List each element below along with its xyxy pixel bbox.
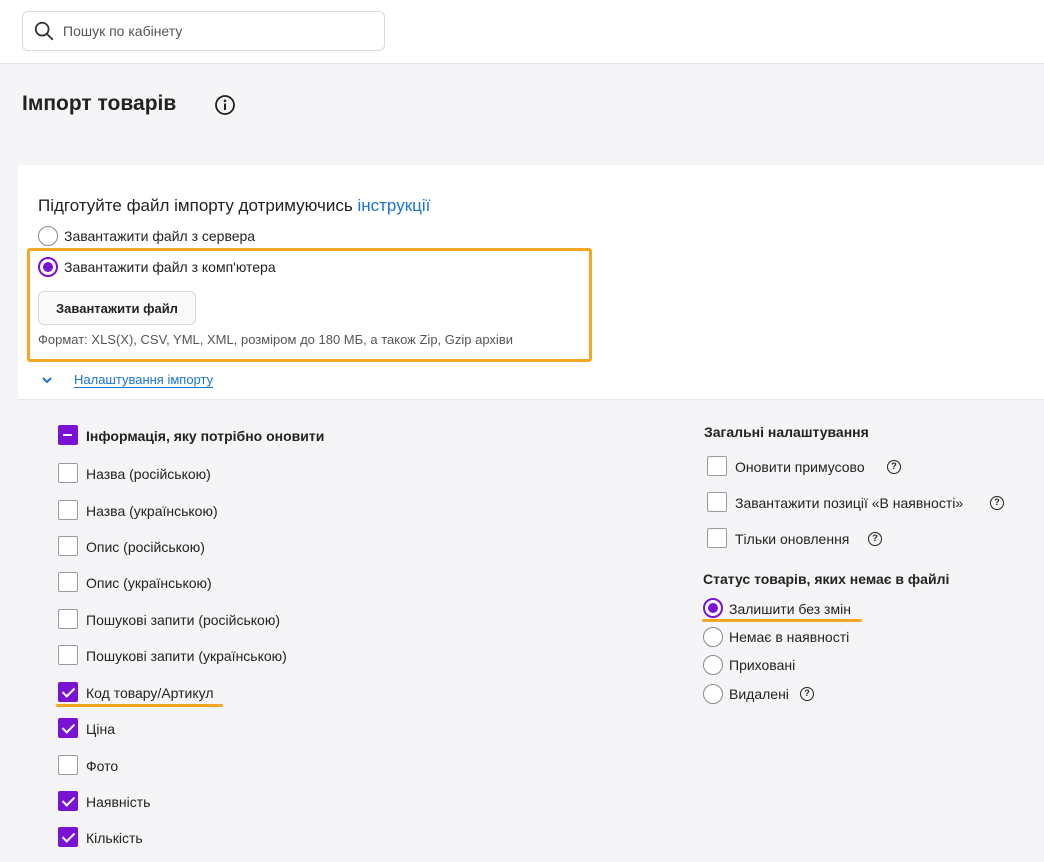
field-label-name-ru: Назва (російською): [86, 466, 211, 482]
force-update-label: Оновити примусово: [735, 459, 865, 475]
status-out-of-stock-label: Немає в наявності: [729, 629, 850, 645]
source-server-label: Завантажити файл з сервера: [64, 228, 256, 244]
import-settings-link[interactable]: Налаштування імпорту: [74, 372, 213, 387]
status-deleted-label: Видалені: [729, 686, 789, 702]
page-title: Імпорт товарів: [22, 92, 177, 115]
help-icon[interactable]: ?: [868, 532, 882, 546]
field-checkbox-search-ru[interactable]: [58, 609, 78, 629]
field-checkbox-availability[interactable]: [58, 791, 78, 811]
field-label-availability: Наявність: [86, 794, 151, 810]
instructions-link[interactable]: інструкції: [357, 196, 430, 215]
status-out-of-stock-radio[interactable]: [703, 627, 723, 647]
field-label-quantity: Кількість: [86, 830, 143, 846]
search-input[interactable]: [63, 23, 363, 39]
field-checkbox-search-uk[interactable]: [58, 645, 78, 665]
status-hidden-radio[interactable]: [703, 655, 723, 675]
force-update-checkbox[interactable]: [707, 456, 727, 476]
format-note: Формат: XLS(X), CSV, YML, XML, розміром …: [38, 332, 513, 347]
missing-status-heading: Статус товарів, яких немає в файлі: [703, 571, 950, 587]
import-subtitle: Підготуйте файл імпорту дотримуючись інс…: [38, 196, 430, 216]
field-checkbox-sku[interactable]: [58, 682, 78, 702]
field-label-desc-ru: Опис (російською): [86, 539, 205, 555]
general-settings-heading: Загальні налаштування: [704, 424, 869, 440]
field-checkbox-name-ru[interactable]: [58, 463, 78, 483]
status-hidden-label: Приховані: [729, 657, 796, 673]
field-label-name-uk: Назва (українською): [86, 503, 218, 519]
field-label-desc-uk: Опис (українською): [86, 575, 212, 591]
status-keep-label: Залишити без змін: [729, 601, 851, 617]
search-icon: [34, 21, 54, 41]
status-deleted-radio[interactable]: [703, 684, 723, 704]
field-checkbox-desc-ru[interactable]: [58, 536, 78, 556]
field-checkbox-desc-uk[interactable]: [58, 572, 78, 592]
help-icon[interactable]: ?: [887, 460, 901, 474]
card-divider: [18, 399, 1044, 400]
field-label-sku: Код товару/Артикул: [86, 685, 214, 701]
subtitle-text: Підготуйте файл імпорту дотримуючись: [38, 196, 358, 215]
field-label-price: Ціна: [86, 721, 115, 737]
update-info-heading: Інформація, яку потрібно оновити: [86, 428, 325, 444]
field-checkbox-photo[interactable]: [58, 755, 78, 775]
update-info-master-checkbox[interactable]: [58, 425, 78, 445]
upload-file-button[interactable]: Завантажити файл: [38, 291, 196, 325]
field-label-search-ru: Пошукові запити (російською): [86, 612, 281, 628]
info-icon[interactable]: [214, 94, 236, 116]
top-bar: [0, 0, 1044, 64]
field-checkbox-quantity[interactable]: [58, 827, 78, 847]
help-icon[interactable]: ?: [800, 687, 814, 701]
source-server-radio[interactable]: [38, 226, 58, 246]
highlight-underline-sku: [56, 704, 223, 707]
load-in-stock-checkbox[interactable]: [707, 492, 727, 512]
only-update-checkbox[interactable]: [707, 528, 727, 548]
help-icon[interactable]: ?: [990, 496, 1004, 510]
field-checkbox-price[interactable]: [58, 718, 78, 738]
load-in-stock-label: Завантажити позиції «В наявності»: [735, 495, 964, 511]
field-label-search-uk: Пошукові запити (українською): [86, 648, 287, 664]
highlight-underline-keep: [702, 619, 862, 622]
search-box[interactable]: [22, 11, 385, 51]
only-update-label: Тільки оновлення: [735, 531, 850, 547]
status-keep-radio[interactable]: [703, 598, 723, 618]
chevron-down-icon[interactable]: [40, 373, 54, 387]
field-label-photo: Фото: [86, 758, 119, 774]
field-checkbox-name-uk[interactable]: [58, 500, 78, 520]
